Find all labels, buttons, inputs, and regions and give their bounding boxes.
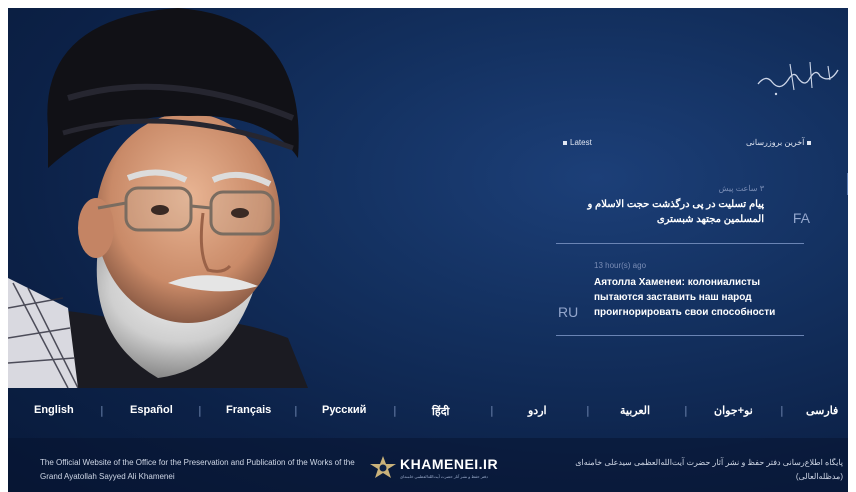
divider: [556, 243, 804, 244]
news-lang-code: RU: [558, 304, 579, 320]
news-scrollbar[interactable]: [847, 173, 848, 195]
lang-link-urdu[interactable]: اردو: [528, 404, 547, 417]
news-time: ۳ ساعت پیش: [718, 184, 764, 193]
footer-description-fa: پایگاه اطلاع‌رسانی دفتر حفظ و نشر آثار ح…: [575, 458, 843, 481]
nav-separator: |: [393, 404, 397, 417]
bismillah-calligraphy: [750, 48, 842, 108]
nav-separator: |: [198, 404, 202, 417]
page-frame: Latest آخرین بروزرسانی ۳ ساعت پیش پیام ت…: [8, 8, 848, 492]
lang-link-francais[interactable]: Français: [226, 404, 271, 416]
divider: [556, 335, 804, 336]
latest-heading-label: Latest: [570, 138, 592, 147]
lang-link-english[interactable]: English: [34, 404, 74, 416]
bullet-icon: [563, 140, 567, 145]
news-lang-code: FA: [792, 210, 810, 226]
bullet-icon: [807, 140, 812, 145]
latest-fa-heading-label: آخرین بروزرسانی: [746, 138, 805, 147]
nav-separator: |: [684, 404, 688, 417]
leader-portrait-image: [8, 8, 308, 389]
news-title[interactable]: پیام تسلیت در پی درگذشت حجت الاسلام و ال…: [554, 197, 764, 227]
nav-separator: |: [490, 404, 494, 417]
nav-separator: |: [586, 404, 590, 417]
nav-separator: |: [780, 404, 784, 417]
latest-fa-heading: آخرین بروزرسانی: [746, 138, 814, 147]
language-nav: English | Español | Français | Русский |…: [8, 396, 848, 422]
news-item-ru[interactable]: 13 hour(s) ago Аятолла Хаменеи: колониал…: [556, 261, 804, 339]
lang-link-hindi[interactable]: हिंदी: [432, 404, 449, 419]
news-title[interactable]: Аятолла Хаменеи: колониалисты пытаются з…: [594, 275, 804, 320]
lang-link-arabic[interactable]: العربية: [620, 404, 650, 417]
nav-separator: |: [294, 404, 298, 417]
logo-emblem-icon: [370, 456, 396, 478]
lang-link-farsi[interactable]: فارسی: [806, 404, 838, 417]
lang-link-russian[interactable]: Русский: [322, 404, 366, 416]
site-logo[interactable]: KHAMENEI.IR دفتر حفظ و نشر آثار حضرت آیت…: [370, 454, 512, 484]
lang-link-espanol[interactable]: Español: [130, 404, 173, 416]
news-item-fa[interactable]: ۳ ساعت پیش پیام تسلیت در پی درگذشت حجت ا…: [554, 184, 810, 246]
nav-separator: |: [100, 404, 104, 417]
lang-link-noojavan[interactable]: نو+جوان: [714, 404, 753, 417]
news-time: 13 hour(s) ago: [594, 261, 647, 270]
latest-heading: Latest: [560, 138, 592, 147]
footer-description-en: The Official Website of the Office for t…: [40, 458, 355, 481]
logo-subtitle: دفتر حفظ و نشر آثار حضرت آیت‌الله‌العظمی…: [400, 474, 488, 479]
logo-text: KHAMENEI.IR: [400, 456, 499, 472]
